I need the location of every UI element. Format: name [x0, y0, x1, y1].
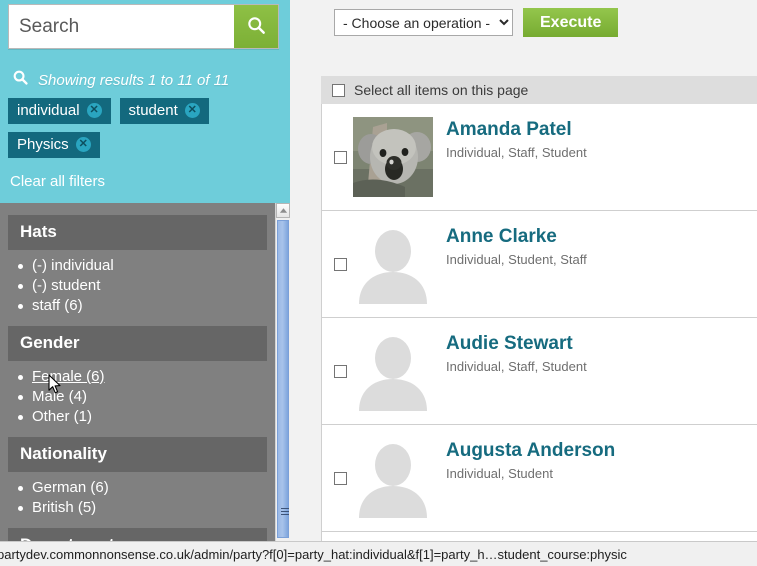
facets-panel: Hats (-) individual (-) student staff (6) Ge… — [0, 203, 290, 541]
result-roles: Individual, Student — [446, 466, 553, 481]
browser-viewport: Showing results 1 to 11 of 11 individual… — [0, 0, 757, 566]
result-row: Amanda Patel Individual, Staff, Student — [322, 104, 757, 211]
browser-status-bar: partydev.commonnonsense.co.uk/admin/part… — [0, 541, 757, 566]
filter-pill-label: individual — [17, 102, 80, 119]
row-body: Augusta Anderson Individual, Student — [446, 425, 757, 482]
select-all-bar: Select all items on this page — [321, 76, 757, 104]
row-checkbox-cell — [328, 471, 353, 485]
search-sidebar: Showing results 1 to 11 of 11 individual… — [0, 0, 290, 541]
row-body — [446, 532, 757, 541]
result-roles: Individual, Staff, Student — [446, 359, 587, 374]
filter-pill[interactable]: individual ✕ — [8, 98, 111, 124]
facet-item: Female (6) — [18, 367, 275, 387]
row-body: Audie Stewart Individual, Staff, Student — [446, 318, 757, 375]
avatar-placeholder-icon — [353, 224, 433, 304]
facet-item: Male (4) — [18, 387, 275, 407]
facet-item-link[interactable]: staff (6) — [32, 297, 83, 314]
row-select-checkbox[interactable] — [334, 257, 347, 271]
scrollbar-thumb[interactable] — [277, 220, 289, 538]
result-row: Anne Clarke Individual, Student, Staff — [322, 211, 757, 318]
results-panel: - Choose an operation - Execute Select a… — [290, 0, 757, 541]
facet-item: staff (6) — [18, 296, 275, 316]
row-select-checkbox[interactable] — [334, 471, 347, 485]
select-all-label: Select all items on this page — [354, 82, 529, 98]
avatar-photo — [353, 117, 433, 197]
facet-item-list: Female (6) Male (4) Other (1) — [0, 367, 275, 427]
result-name-link[interactable]: Amanda Patel — [446, 118, 757, 142]
results-table: Amanda Patel Individual, Staff, Student An… — [321, 104, 757, 541]
results-summary-text: Showing results 1 to 11 of 11 — [38, 71, 230, 89]
avatar-placeholder-icon — [353, 331, 433, 411]
row-checkbox-cell — [328, 150, 353, 164]
filter-pill[interactable]: student ✕ — [119, 98, 209, 124]
facet-item-link[interactable]: Male (4) — [32, 388, 87, 405]
facets-scroll-content: Hats (-) individual (-) student staff (6) Ge… — [0, 203, 275, 541]
scrollbar-grip-icon — [281, 508, 289, 515]
facet-item-link[interactable]: (-) student — [32, 277, 100, 294]
result-roles: Individual, Staff, Student — [446, 145, 587, 160]
facet-header: Department — [8, 528, 267, 541]
facet-header: Hats — [8, 215, 267, 250]
facet-header: Nationality — [8, 437, 267, 472]
facet-item-list: (-) individual (-) student staff (6) — [0, 256, 275, 316]
facet-item-link[interactable]: Other (1) — [32, 408, 92, 425]
row-select-checkbox[interactable] — [334, 364, 347, 378]
clear-all-filters-link[interactable]: Clear all filters — [10, 173, 105, 190]
remove-filter-icon[interactable]: ✕ — [86, 103, 102, 118]
filter-pill-label: Physics — [17, 136, 69, 153]
facet-item-link[interactable]: Female (6) — [32, 368, 105, 385]
facet-item: (-) individual — [18, 256, 275, 276]
row-checkbox-cell — [328, 257, 353, 271]
result-row — [322, 532, 757, 541]
facet-item-link[interactable]: German (6) — [32, 479, 109, 496]
facet-item-link[interactable]: (-) individual — [32, 257, 114, 274]
result-name-link[interactable]: Augusta Anderson — [446, 439, 757, 463]
facet-item: Other (1) — [18, 407, 275, 427]
facet-item-link[interactable]: British (5) — [32, 499, 96, 516]
filter-pill-label: student — [128, 102, 178, 119]
row-checkbox-cell — [328, 364, 353, 378]
execute-button[interactable]: Execute — [523, 8, 619, 37]
result-name-link[interactable]: Anne Clarke — [446, 225, 757, 249]
scroll-up-arrow-icon[interactable] — [276, 203, 290, 218]
facet-item: (-) student — [18, 276, 275, 296]
facet-header: Gender — [8, 326, 267, 361]
filter-pill[interactable]: Physics ✕ — [8, 132, 100, 158]
search-icon — [12, 69, 29, 91]
search-box — [8, 4, 279, 49]
sidebar-scrollbar[interactable] — [275, 203, 290, 541]
result-row: Audie Stewart Individual, Staff, Student — [322, 318, 757, 425]
active-filters-list: individual ✕ student ✕ Physics ✕ — [8, 98, 282, 158]
result-row: Augusta Anderson Individual, Student — [322, 425, 757, 532]
status-bar-url: partydev.commonnonsense.co.uk/admin/part… — [0, 546, 627, 562]
select-all-checkbox[interactable] — [332, 83, 345, 97]
search-submit-button[interactable] — [234, 5, 278, 48]
operation-select[interactable]: - Choose an operation - — [334, 9, 513, 36]
row-body: Anne Clarke Individual, Student, Staff — [446, 211, 757, 268]
avatar-placeholder-icon — [353, 438, 433, 518]
results-summary: Showing results 1 to 11 of 11 — [12, 68, 229, 92]
remove-filter-icon[interactable]: ✕ — [184, 103, 200, 118]
result-roles: Individual, Student, Staff — [446, 252, 587, 267]
facet-item-list: German (6) British (5) — [0, 478, 275, 518]
facet-item: German (6) — [18, 478, 275, 498]
search-input[interactable] — [9, 5, 234, 48]
row-body: Amanda Patel Individual, Staff, Student — [446, 104, 757, 161]
facet-item: British (5) — [18, 498, 275, 518]
bulk-operations-toolbar: - Choose an operation - Execute — [334, 8, 619, 37]
row-select-checkbox[interactable] — [334, 150, 347, 164]
remove-filter-icon[interactable]: ✕ — [75, 137, 91, 152]
search-icon — [246, 15, 267, 39]
result-name-link[interactable]: Audie Stewart — [446, 332, 757, 356]
